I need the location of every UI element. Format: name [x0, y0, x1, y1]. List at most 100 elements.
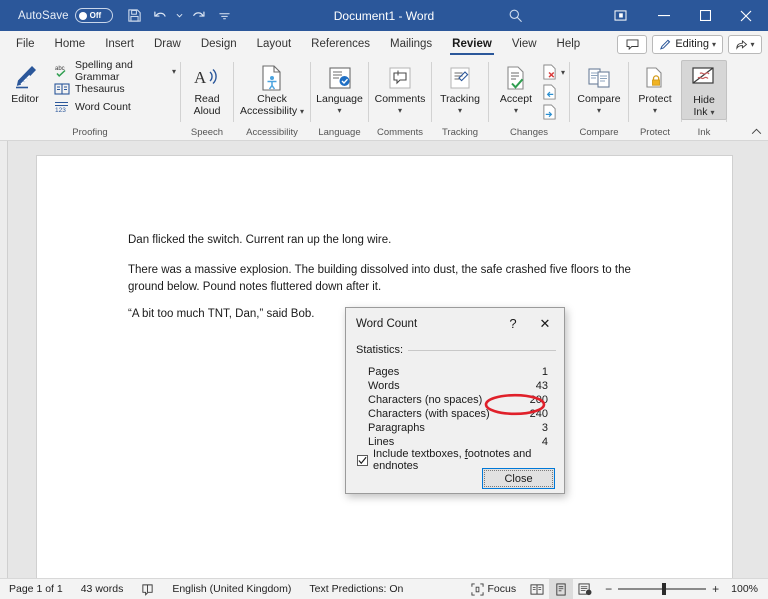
- tab-file[interactable]: File: [6, 31, 45, 57]
- hide-ink-icon: [691, 64, 717, 94]
- track-changes-button[interactable]: Tracking ▾: [435, 60, 485, 117]
- chevron-down-icon[interactable]: ▾: [653, 105, 657, 117]
- ribbon-display-options-icon[interactable]: [598, 0, 642, 31]
- autosave-control[interactable]: AutoSave Off: [18, 8, 113, 23]
- close-icon[interactable]: [724, 0, 768, 31]
- spelling-abc-check-icon: abc: [54, 63, 70, 79]
- read-aloud-button[interactable]: A Read Aloud: [184, 60, 230, 117]
- word-count-indicator[interactable]: 43 words: [72, 579, 133, 599]
- stat-row-lines: Lines 4: [368, 434, 548, 449]
- collapse-ribbon-icon[interactable]: [748, 124, 764, 138]
- check-accessibility-button[interactable]: Check Accessibility ▾: [235, 60, 309, 118]
- minimize-icon[interactable]: [642, 0, 686, 31]
- zoom-level-label[interactable]: 100%: [727, 583, 768, 595]
- editor-label: Editor: [11, 93, 39, 105]
- paragraph-2: There was a massive explosion. The build…: [128, 264, 631, 293]
- maximize-icon[interactable]: [686, 0, 724, 31]
- proofing-errors-icon[interactable]: [132, 579, 163, 599]
- editing-mode-label: Editing: [675, 38, 709, 50]
- zoom-slider-thumb[interactable]: [662, 583, 667, 595]
- stat-label: Paragraphs: [368, 421, 425, 434]
- chevron-down-icon[interactable]: ▾: [458, 105, 462, 117]
- chevron-down-icon[interactable]: ▾: [561, 68, 565, 77]
- autosave-state-label: Off: [89, 11, 102, 20]
- svg-text:A: A: [194, 68, 207, 87]
- quick-access-toolbar: [123, 5, 237, 27]
- dialog-close-button[interactable]: Close: [482, 468, 555, 489]
- ribbon-group-proofing: Editor abc Spelling and Grammar ▾ Thesau…: [0, 57, 180, 140]
- status-bar: Page 1 of 1 43 words English (United Kin…: [0, 578, 768, 599]
- statistics-header: Statistics:: [356, 344, 556, 356]
- tab-home[interactable]: Home: [45, 31, 96, 57]
- next-change-icon[interactable]: [539, 102, 561, 122]
- chevron-down-icon[interactable]: ▾: [398, 105, 402, 117]
- tab-help[interactable]: Help: [547, 31, 591, 57]
- language-indicator[interactable]: English (United Kingdom): [163, 579, 300, 599]
- word-count-button[interactable]: 123 Word Count: [50, 98, 180, 116]
- include-textboxes-checkbox[interactable]: [357, 454, 368, 466]
- group-label-proofing: Proofing: [72, 127, 108, 138]
- chevron-down-icon[interactable]: ▾: [337, 105, 341, 117]
- undo-icon[interactable]: [149, 5, 173, 27]
- group-label-accessibility: Accessibility: [246, 127, 298, 138]
- tab-review[interactable]: Review: [442, 31, 502, 57]
- comments-ribbon-label: Comments: [374, 93, 426, 105]
- paragraph-1: Dan flicked the switch. Current ran up t…: [128, 234, 392, 246]
- page-indicator[interactable]: Page 1 of 1: [0, 579, 72, 599]
- read-aloud-icon: A: [193, 63, 221, 93]
- thesaurus-button[interactable]: Thesaurus: [50, 80, 180, 98]
- save-icon[interactable]: [123, 5, 147, 27]
- reject-change-icon[interactable]: [539, 62, 561, 82]
- text-predictions-indicator[interactable]: Text Predictions: On: [300, 579, 412, 599]
- tab-strip-right-controls: Editing ▾ ▾: [617, 31, 762, 57]
- editor-pen-icon: [10, 63, 40, 93]
- ribbon-group-ink: Hide Ink ▾ Ink: [681, 57, 727, 140]
- group-label-protect: Protect: [639, 127, 671, 138]
- hide-ink-label: Hide Ink ▾: [693, 94, 715, 118]
- autosave-toggle-knob: [78, 11, 87, 20]
- zoom-out-button[interactable]: −: [605, 582, 612, 596]
- focus-mode-button[interactable]: Focus: [462, 579, 526, 599]
- ribbon-group-language: Language ▾ Language: [311, 57, 368, 140]
- search-box[interactable]: [430, 0, 600, 31]
- editor-button[interactable]: Editor: [0, 60, 50, 105]
- protect-button[interactable]: Protect ▾: [632, 60, 678, 117]
- read-mode-icon[interactable]: [525, 579, 549, 599]
- tab-view[interactable]: View: [502, 31, 547, 57]
- word-count-dialog[interactable]: Word Count ? ✕ Statistics: Pages 1 Words…: [345, 307, 565, 494]
- dialog-help-icon[interactable]: ?: [500, 308, 526, 339]
- print-layout-icon[interactable]: [549, 578, 574, 599]
- previous-change-icon[interactable]: [539, 82, 561, 102]
- tab-insert[interactable]: Insert: [95, 31, 144, 57]
- chevron-down-icon[interactable]: ▾: [597, 105, 601, 117]
- comments-button[interactable]: [617, 34, 648, 54]
- stat-label: Words: [368, 379, 400, 392]
- zoom-slider[interactable]: [618, 583, 707, 595]
- autosave-toggle[interactable]: Off: [74, 8, 113, 23]
- editing-mode-button[interactable]: Editing ▾: [652, 34, 723, 54]
- accept-change-button[interactable]: Accept ▾: [493, 60, 539, 117]
- redo-icon[interactable]: [187, 5, 211, 27]
- zoom-in-button[interactable]: +: [712, 582, 719, 596]
- compare-documents-button[interactable]: Compare ▾: [572, 60, 625, 117]
- tab-layout[interactable]: Layout: [247, 31, 302, 57]
- tab-draw[interactable]: Draw: [144, 31, 191, 57]
- tab-references[interactable]: References: [301, 31, 380, 57]
- dialog-close-icon[interactable]: ✕: [530, 308, 560, 339]
- chevron-down-icon[interactable]: ▾: [172, 67, 176, 76]
- chevron-down-icon[interactable]: ▾: [514, 105, 518, 117]
- web-layout-icon[interactable]: [573, 579, 597, 599]
- share-button[interactable]: ▾: [728, 34, 762, 54]
- customize-quick-access-toolbar-icon[interactable]: [213, 5, 237, 27]
- spelling-and-grammar-button[interactable]: abc Spelling and Grammar ▾: [50, 59, 180, 83]
- focus-mode-label: Focus: [487, 583, 517, 595]
- tab-design[interactable]: Design: [191, 31, 247, 57]
- undo-dropdown-icon[interactable]: [175, 5, 185, 27]
- hide-ink-button[interactable]: Hide Ink ▾: [681, 60, 727, 120]
- comments-ribbon-button[interactable]: Comments ▾: [370, 60, 431, 117]
- language-button[interactable]: Language ▾: [311, 60, 368, 117]
- stat-value: 200: [529, 393, 548, 406]
- tab-mailings[interactable]: Mailings: [380, 31, 442, 57]
- statistics-label: Statistics:: [356, 344, 404, 356]
- group-label-speech: Speech: [190, 127, 224, 138]
